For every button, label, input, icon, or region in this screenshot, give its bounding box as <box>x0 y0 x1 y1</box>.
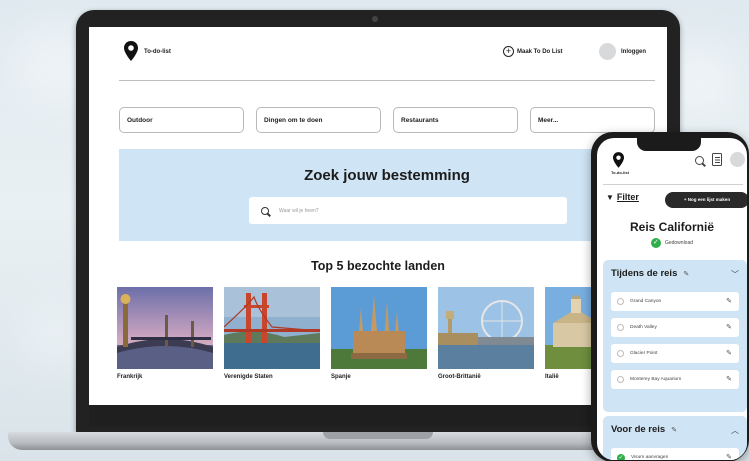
section-title: Tijdens de reis <box>611 268 678 279</box>
during-trip-section: Tijdens de reis ✎ ﹀ Grand Canyon ✎ Death… <box>603 260 747 412</box>
laptop-screen: To-do-list + Maak To Do List Inloggen Ou… <box>89 27 667 426</box>
destination-search-input[interactable]: Waar wil je heen? <box>249 197 567 224</box>
pencil-icon[interactable]: ✎ <box>726 323 732 331</box>
section-header[interactable]: Voor de reis ✎ <box>611 424 677 435</box>
country-label: Frankrijk <box>117 374 143 380</box>
search-placeholder: Waar wil je heen? <box>279 207 319 214</box>
list-item-label: Death Valley <box>630 325 657 330</box>
search-icon[interactable] <box>695 156 704 165</box>
new-list-button[interactable]: + Nog een lijst maken <box>665 192 747 208</box>
phone: To-do-list ▼ Filter + Nog een lijst make… <box>591 132 749 461</box>
list-item-label: Grand Canyon <box>630 299 662 304</box>
map-pin-icon[interactable] <box>613 152 624 168</box>
pencil-icon[interactable]: ✎ <box>726 297 732 305</box>
list-item-label: Monterey Bay Aquarium <box>630 377 682 382</box>
country-label: Groot-Brittanië <box>438 374 481 380</box>
logo-text[interactable]: To-do-list <box>144 49 171 55</box>
country-card-usa[interactable]: Verenigde Staten <box>224 287 320 380</box>
category-restaurants[interactable]: Restaurants <box>393 107 518 133</box>
document-icon[interactable] <box>712 153 722 166</box>
trip-title: Reis Californië <box>629 220 715 234</box>
country-card-spain[interactable]: Spanje <box>331 287 427 380</box>
header-divider <box>119 80 655 81</box>
usa-photo <box>224 287 320 369</box>
search-icon <box>261 206 269 215</box>
country-card-france[interactable]: Frankrijk <box>117 287 213 380</box>
logo-text[interactable]: To-do-list <box>611 170 629 175</box>
avatar[interactable] <box>730 152 745 167</box>
pencil-icon[interactable]: ✎ <box>726 453 732 460</box>
list-item[interactable]: Glacier Point ✎ <box>611 344 739 363</box>
map-pin-icon[interactable] <box>124 41 138 61</box>
make-todo-list-button[interactable]: + Maak To Do List <box>503 46 563 57</box>
list-item[interactable]: ✓ Visum aanvragen ✎ <box>611 448 739 460</box>
chevron-up-icon[interactable]: ︿ <box>731 425 739 436</box>
filter-icon: ▼ <box>606 192 614 202</box>
header-divider <box>603 184 743 185</box>
check-icon: ✓ <box>650 238 661 248</box>
make-todo-list-label: Maak To Do List <box>517 48 563 55</box>
pencil-icon[interactable]: ✎ <box>726 349 732 357</box>
filter-label: Filter <box>616 192 639 202</box>
section-header[interactable]: Tijdens de reis ✎ <box>611 268 689 279</box>
checkbox-icon[interactable] <box>617 324 624 331</box>
list-item-label: Glacier Point <box>630 351 658 356</box>
country-card-uk[interactable]: Groot-Brittanië <box>438 287 534 380</box>
list-item[interactable]: Monterey Bay Aquarium ✎ <box>611 370 739 389</box>
camera-icon <box>372 16 378 22</box>
hero-title: Zoek jouw bestemming <box>304 167 470 184</box>
section-title: Voor de reis <box>611 424 666 435</box>
spain-photo <box>331 287 427 369</box>
login-label: Inloggen <box>621 48 646 55</box>
site-header: To-do-list + Maak To Do List Inloggen <box>89 27 667 79</box>
category-more[interactable]: Meer... <box>530 107 655 133</box>
phone-screen: To-do-list ▼ Filter + Nog een lijst make… <box>597 138 747 460</box>
hero-banner: Zoek jouw bestemming Waar wil je heen? <box>119 149 655 241</box>
pencil-icon[interactable]: ✎ <box>726 375 732 383</box>
before-trip-section: Voor de reis ✎ ︿ ✓ Visum aanvragen ✎ <box>603 416 747 460</box>
laptop-notch <box>323 432 433 439</box>
category-bar: Outdoor Dingen om te doen Restaurants Me… <box>119 107 655 133</box>
list-item[interactable]: Death Valley ✎ <box>611 318 739 337</box>
france-photo <box>117 287 213 369</box>
download-status: ✓ Gedownload <box>597 238 747 248</box>
phone-notch <box>637 138 701 151</box>
category-things-to-do[interactable]: Dingen om te doen <box>256 107 381 133</box>
download-status-label: Gedownload <box>664 240 694 246</box>
laptop: To-do-list + Maak To Do List Inloggen Ou… <box>76 10 680 435</box>
checkbox-icon[interactable] <box>617 376 624 383</box>
category-outdoor[interactable]: Outdoor <box>119 107 244 133</box>
chevron-down-icon[interactable]: ﹀ <box>731 269 739 280</box>
login-button[interactable]: Inloggen <box>599 43 646 60</box>
plus-circle-icon: + <box>503 46 514 57</box>
uk-photo <box>438 287 534 369</box>
country-label: Verenigde Staten <box>224 374 273 380</box>
avatar <box>599 43 616 60</box>
filter-button[interactable]: ▼ Filter <box>606 192 639 202</box>
pencil-icon[interactable]: ✎ <box>671 426 677 434</box>
top-countries-title: Top 5 bezochte landen <box>311 259 445 273</box>
checkbox-icon[interactable] <box>617 298 624 305</box>
pencil-icon[interactable]: ✎ <box>683 270 689 278</box>
list-item-label: Visum aanvragen <box>631 455 669 460</box>
checkbox-icon[interactable] <box>617 350 624 357</box>
list-item[interactable]: Grand Canyon ✎ <box>611 292 739 311</box>
country-label: Spanje <box>331 374 351 380</box>
screen-bezel-bottom <box>89 405 667 426</box>
check-icon[interactable]: ✓ <box>617 453 625 460</box>
